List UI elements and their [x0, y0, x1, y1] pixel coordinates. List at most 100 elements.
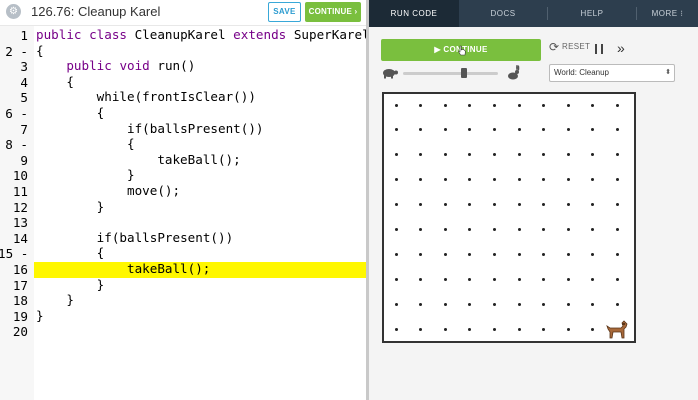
code-line-text: {: [36, 245, 105, 261]
code-line[interactable]: }: [34, 276, 366, 294]
fast-forward-icon[interactable]: »: [617, 40, 625, 56]
world-corner-dot: [468, 203, 472, 207]
code-line-text: }: [36, 292, 74, 308]
world-corner-dot: [517, 178, 521, 182]
code-line[interactable]: takeBall();: [34, 152, 366, 169]
code-line[interactable]: public void run(): [34, 58, 366, 75]
code-line[interactable]: {: [34, 43, 366, 60]
speed-slider-track[interactable]: [403, 72, 498, 75]
world-corner-dot: [517, 228, 521, 231]
code-line[interactable]: }: [34, 167, 366, 184]
line-number: 20: [12, 324, 28, 340]
world-corner-dot: [517, 103, 521, 107]
save-button[interactable]: SAVE: [268, 2, 301, 22]
code-line[interactable]: }: [34, 308, 366, 325]
world-corner-dot: [443, 327, 447, 331]
world-corner-dot: [468, 228, 472, 231]
world-corner-dot: [591, 277, 595, 281]
world-corner-dot: [591, 128, 595, 132]
world-corner-dot: [492, 252, 496, 256]
code-line-text: }: [36, 198, 105, 214]
world-corner-dot: [394, 103, 398, 107]
karel-world-grid: [382, 92, 636, 343]
world-corner-dot: [566, 128, 570, 132]
world-corner-dot: [566, 228, 570, 231]
code-line-text: }: [36, 276, 105, 292]
line-number: 7: [20, 121, 28, 137]
code-line[interactable]: while(frontIsClear()): [34, 89, 366, 106]
code-line[interactable]: {: [34, 105, 366, 122]
world-corner-dot: [468, 327, 472, 331]
world-corner-dot: [566, 203, 570, 207]
code-line-text: move();: [36, 183, 181, 198]
world-corner-dot: [468, 128, 472, 132]
world-corner-dot: [443, 153, 447, 157]
world-corner-dot: [615, 103, 619, 107]
world-corner-dot: [517, 302, 521, 306]
karel-dog-icon: [605, 317, 629, 341]
world-corner-dot: [615, 178, 619, 182]
code-line[interactable]: {: [34, 73, 366, 91]
world-corner-dot: [517, 327, 521, 331]
world-corner-dot: [542, 302, 546, 306]
pause-icon[interactable]: [595, 44, 604, 54]
line-number: 8 -: [5, 137, 28, 153]
code-line[interactable]: public class CleanupKarel extends SuperK…: [34, 27, 370, 44]
world-corner-dot: [591, 153, 595, 157]
reset-button[interactable]: RESET: [562, 42, 590, 51]
line-number: 19: [12, 308, 28, 324]
editor-panel: ⚙ 126.76: Cleanup Karel SAVE CONTINUE › …: [0, 0, 370, 400]
world-corner-dot: [492, 203, 496, 207]
tab-run-code[interactable]: RUN CODE: [369, 0, 459, 27]
world-select[interactable]: World: Cleanup ⬍: [549, 64, 675, 82]
line-number: 2 -: [5, 43, 28, 59]
run-panel: RUN CODE DOCS HELP MORE ⁝ ▶ CONTINUE ⟳ R…: [369, 0, 698, 400]
world-corner-dot: [394, 277, 398, 281]
world-corner-dot: [615, 128, 619, 132]
line-number: 9: [20, 152, 28, 168]
tab-docs[interactable]: DOCS: [459, 0, 547, 27]
world-corner-dot: [542, 277, 546, 281]
world-corner-dot: [517, 128, 521, 132]
world-select-value: World: Cleanup: [554, 68, 609, 77]
code-editor[interactable]: public class CleanupKarel extends SuperK…: [34, 26, 370, 400]
run-continue-button[interactable]: ▶ CONTINUE: [381, 39, 541, 61]
world-corner-dot: [419, 178, 423, 182]
code-line[interactable]: if(ballsPresent()): [34, 230, 366, 247]
world-corner-dot: [468, 153, 472, 157]
tab-more[interactable]: MORE ⁝: [637, 0, 698, 27]
gear-icon[interactable]: ⚙: [6, 4, 21, 19]
code-line[interactable]: }: [34, 292, 366, 309]
code-line[interactable]: if(ballsPresent()): [34, 121, 366, 138]
code-line[interactable]: [34, 324, 366, 340]
world-corner-dot: [591, 203, 595, 207]
world-corner-dot: [443, 277, 447, 281]
world-corner-dot: [419, 128, 423, 132]
world-corner-dot: [492, 153, 496, 157]
code-line[interactable]: {: [34, 136, 366, 153]
world-corner-dot: [492, 277, 496, 281]
world-corner-dot: [566, 153, 570, 157]
world-corner-dot: [517, 252, 521, 256]
speed-slider-handle[interactable]: [460, 68, 467, 78]
world-corner-dot: [443, 302, 447, 306]
code-line[interactable]: move();: [34, 183, 366, 200]
world-corner-dot: [394, 178, 398, 182]
turtle-icon: [383, 69, 398, 79]
code-line-text: public class CleanupKarel extends SuperK…: [36, 27, 370, 42]
code-line-text: {: [36, 73, 74, 89]
tab-help[interactable]: HELP: [548, 0, 636, 27]
editor-header: ⚙ 126.76: Cleanup Karel SAVE CONTINUE ›: [0, 0, 366, 26]
continue-button[interactable]: CONTINUE ›: [305, 2, 361, 22]
line-number: 12: [12, 199, 28, 215]
refresh-icon[interactable]: ⟳: [549, 40, 559, 54]
world-corner-dot: [394, 228, 398, 231]
code-line[interactable]: }: [34, 198, 366, 216]
code-line[interactable]: [34, 215, 366, 231]
code-line-text: while(frontIsClear()): [96, 89, 256, 105]
code-line[interactable]: {: [34, 245, 366, 262]
code-line-text: {: [36, 136, 135, 152]
world-corner-dot: [591, 103, 595, 107]
line-number: 18: [12, 293, 28, 309]
highlighted-code-line[interactable]: takeBall();: [34, 261, 366, 278]
